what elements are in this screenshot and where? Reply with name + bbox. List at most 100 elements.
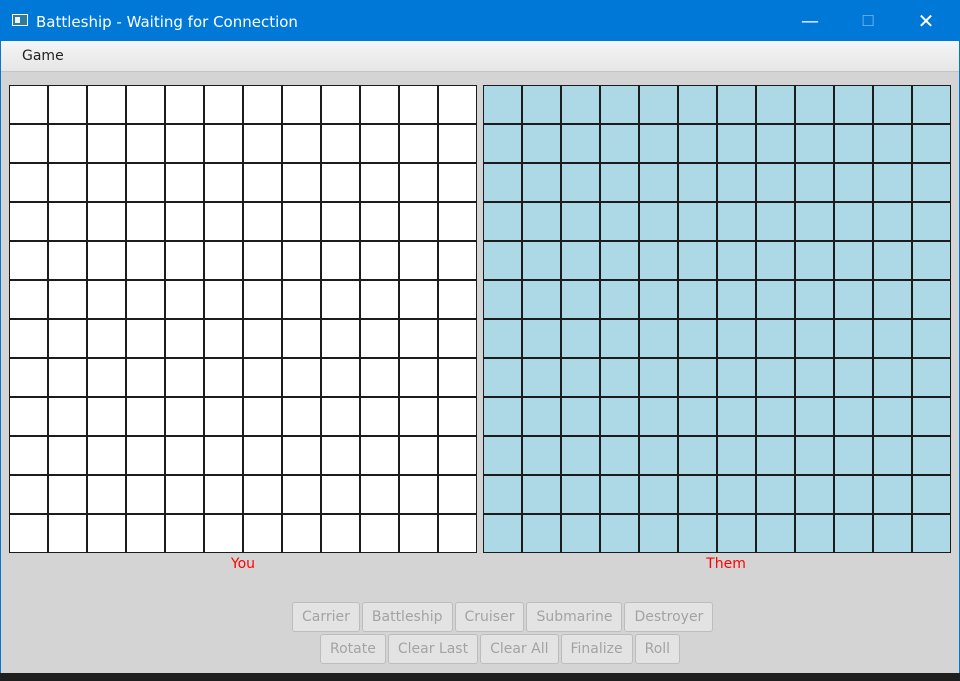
player-board-cell[interactable]	[127, 515, 164, 552]
opponent-board-cell[interactable]	[640, 437, 677, 474]
player-board-cell[interactable]	[127, 359, 164, 396]
player-board-cell[interactable]	[244, 515, 281, 552]
player-board-cell[interactable]	[127, 398, 164, 435]
opponent-board-cell[interactable]	[679, 242, 716, 279]
player-board-cell[interactable]	[361, 242, 398, 279]
maximize-button[interactable]: ☐	[839, 1, 897, 41]
player-board-cell[interactable]	[88, 86, 125, 123]
opponent-board-cell[interactable]	[601, 320, 638, 357]
opponent-board-cell[interactable]	[757, 242, 794, 279]
opponent-board-cell[interactable]	[523, 86, 560, 123]
player-board-cell[interactable]	[166, 476, 203, 513]
player-board-cell[interactable]	[244, 86, 281, 123]
opponent-board-cell[interactable]	[796, 281, 833, 318]
opponent-board-cell[interactable]	[640, 164, 677, 201]
player-board-cell[interactable]	[10, 203, 47, 240]
opponent-board-cell[interactable]	[601, 437, 638, 474]
player-board-cell[interactable]	[244, 125, 281, 162]
player-board-cell[interactable]	[361, 437, 398, 474]
opponent-board-cell[interactable]	[874, 437, 911, 474]
opponent-board-cell[interactable]	[835, 86, 872, 123]
opponent-board-cell[interactable]	[640, 203, 677, 240]
player-board-cell[interactable]	[205, 203, 242, 240]
player-board-cell[interactable]	[322, 164, 359, 201]
opponent-board-cell[interactable]	[913, 515, 950, 552]
player-board-cell[interactable]	[88, 320, 125, 357]
player-board-cell[interactable]	[166, 203, 203, 240]
opponent-board-cell[interactable]	[796, 242, 833, 279]
opponent-board-cell[interactable]	[484, 242, 521, 279]
player-board-cell[interactable]	[400, 437, 437, 474]
player-board-cell[interactable]	[88, 476, 125, 513]
player-board-cell[interactable]	[322, 203, 359, 240]
opponent-board-cell[interactable]	[562, 125, 599, 162]
player-board-cell[interactable]	[127, 476, 164, 513]
opponent-board-cell[interactable]	[523, 359, 560, 396]
player-board-cell[interactable]	[439, 125, 476, 162]
player-board-cell[interactable]	[205, 437, 242, 474]
opponent-board-cell[interactable]	[874, 281, 911, 318]
player-board-cell[interactable]	[49, 398, 86, 435]
player-board-cell[interactable]	[10, 164, 47, 201]
player-board-cell[interactable]	[400, 164, 437, 201]
opponent-board-cell[interactable]	[835, 164, 872, 201]
opponent-board-cell[interactable]	[757, 476, 794, 513]
opponent-board-cell[interactable]	[796, 164, 833, 201]
opponent-board-cell[interactable]	[757, 86, 794, 123]
opponent-board-cell[interactable]	[562, 437, 599, 474]
opponent-board-cell[interactable]	[640, 359, 677, 396]
roll-button[interactable]: Roll	[634, 634, 681, 664]
opponent-board-cell[interactable]	[796, 203, 833, 240]
opponent-board-cell[interactable]	[913, 281, 950, 318]
player-board-cell[interactable]	[361, 359, 398, 396]
opponent-board-cell[interactable]	[718, 281, 755, 318]
player-board-cell[interactable]	[205, 242, 242, 279]
clear-all-button[interactable]: Clear All	[480, 634, 559, 664]
player-board-cell[interactable]	[166, 515, 203, 552]
player-board-cell[interactable]	[10, 86, 47, 123]
player-board-cell[interactable]	[88, 281, 125, 318]
opponent-board-cell[interactable]	[679, 86, 716, 123]
opponent-board-cell[interactable]	[601, 242, 638, 279]
opponent-board-cell[interactable]	[796, 515, 833, 552]
battleship-button[interactable]: Battleship	[361, 602, 453, 632]
opponent-board-cell[interactable]	[874, 476, 911, 513]
opponent-board-cell[interactable]	[679, 437, 716, 474]
opponent-board-cell[interactable]	[484, 125, 521, 162]
opponent-board-cell[interactable]	[601, 86, 638, 123]
opponent-board-cell[interactable]	[640, 515, 677, 552]
opponent-board-cell[interactable]	[679, 359, 716, 396]
player-board-cell[interactable]	[439, 281, 476, 318]
player-board-cell[interactable]	[49, 242, 86, 279]
player-board-cell[interactable]	[283, 86, 320, 123]
player-board-cell[interactable]	[205, 515, 242, 552]
player-board-cell[interactable]	[400, 242, 437, 279]
opponent-board-cell[interactable]	[640, 320, 677, 357]
player-board-cell[interactable]	[166, 320, 203, 357]
player-board-cell[interactable]	[49, 476, 86, 513]
player-board-cell[interactable]	[283, 398, 320, 435]
submarine-button[interactable]: Submarine	[526, 602, 623, 632]
opponent-board-cell[interactable]	[601, 203, 638, 240]
opponent-board-cell[interactable]	[835, 359, 872, 396]
player-board-cell[interactable]	[49, 281, 86, 318]
player-board-cell[interactable]	[439, 203, 476, 240]
player-board-cell[interactable]	[283, 320, 320, 357]
player-board-cell[interactable]	[283, 164, 320, 201]
opponent-board-cell[interactable]	[601, 164, 638, 201]
player-board-cell[interactable]	[322, 359, 359, 396]
player-board-cell[interactable]	[166, 398, 203, 435]
opponent-board-cell[interactable]	[523, 125, 560, 162]
destroyer-button[interactable]: Destroyer	[624, 602, 714, 632]
opponent-board-cell[interactable]	[562, 476, 599, 513]
player-board-cell[interactable]	[10, 437, 47, 474]
player-board-cell[interactable]	[400, 281, 437, 318]
opponent-board-cell[interactable]	[562, 242, 599, 279]
minimize-button[interactable]: —	[781, 1, 839, 41]
player-board-cell[interactable]	[88, 125, 125, 162]
player-board-cell[interactable]	[361, 164, 398, 201]
player-board-cell[interactable]	[88, 164, 125, 201]
opponent-board-cell[interactable]	[835, 320, 872, 357]
rotate-button[interactable]: Rotate	[320, 634, 386, 664]
player-board-cell[interactable]	[127, 281, 164, 318]
